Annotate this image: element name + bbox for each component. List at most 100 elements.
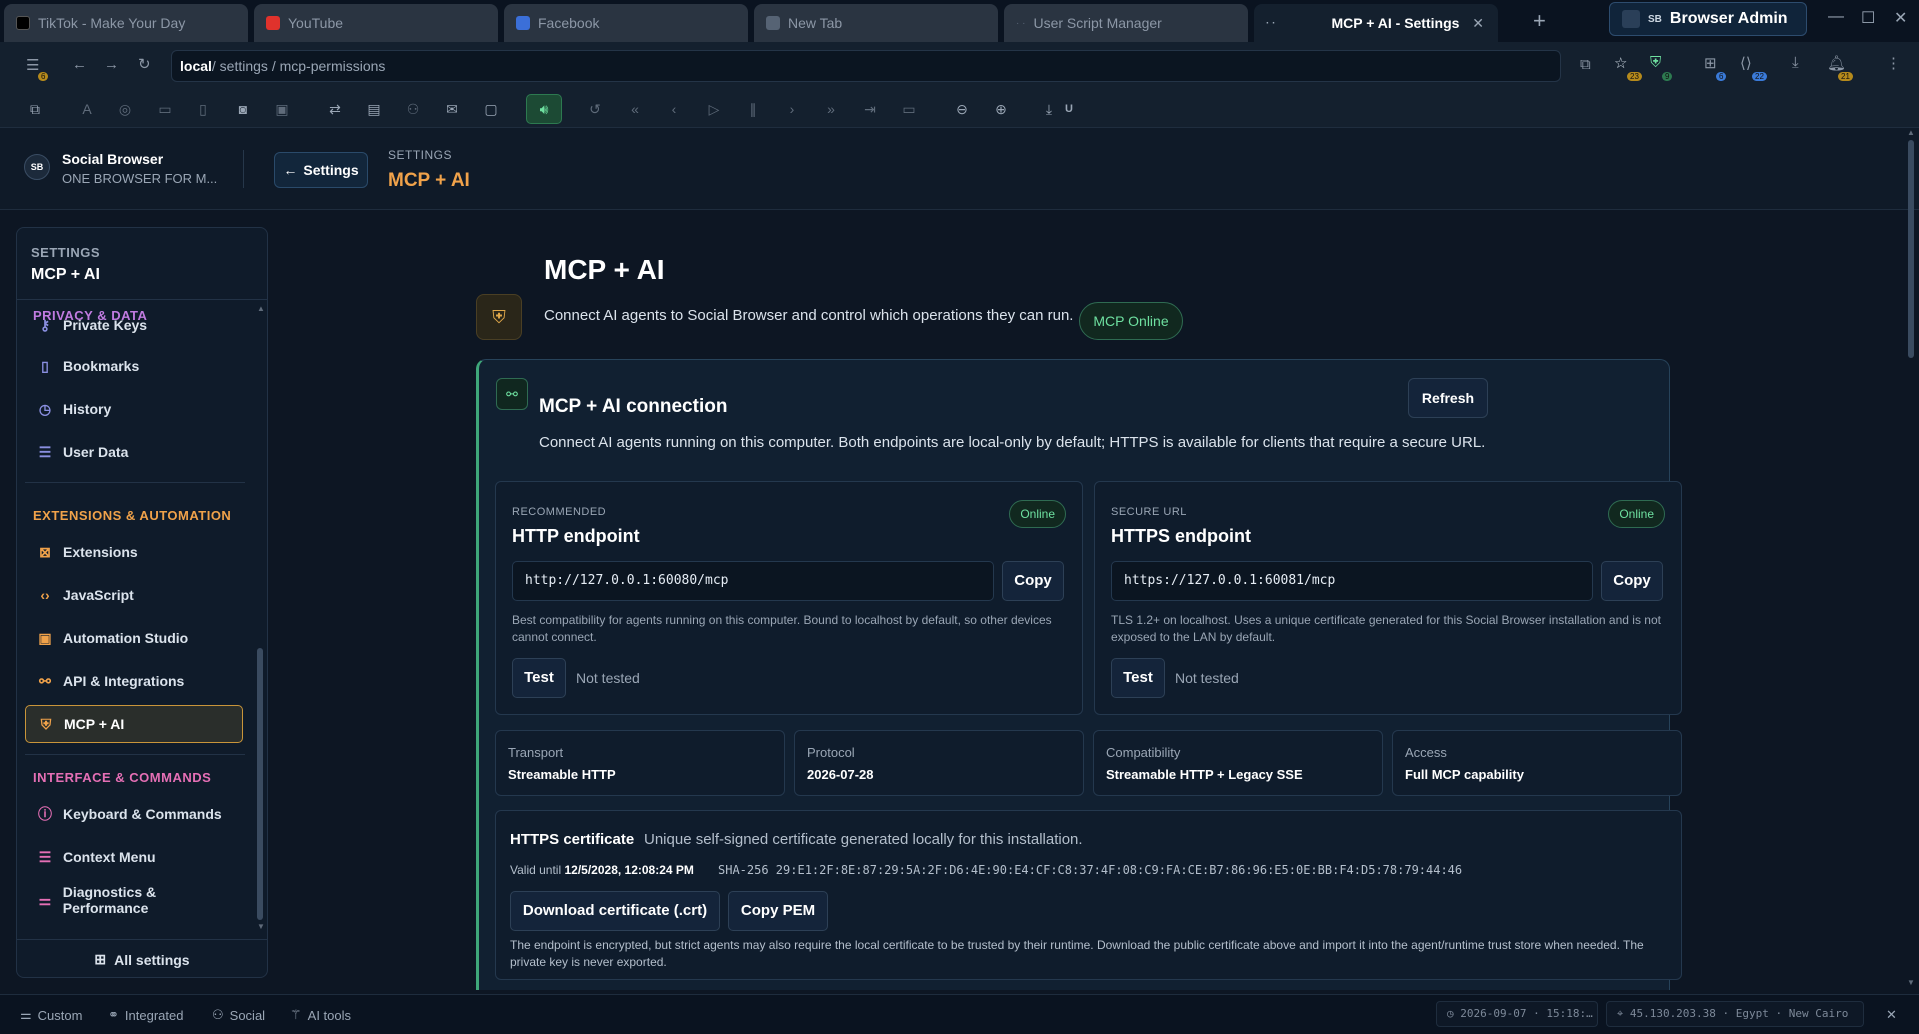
- zoom-out-icon[interactable]: ⊖: [951, 98, 973, 120]
- close-window-icon[interactable]: ✕: [1894, 8, 1907, 28]
- code-icon[interactable]: ⟨⟩: [1740, 54, 1752, 72]
- play-icon[interactable]: ▷: [703, 98, 725, 120]
- sidebar-item-user-data[interactable]: ☰ User Data: [25, 433, 243, 471]
- mcp-connection-card: ⚯ MCP + AI connection Connect AI agents …: [476, 359, 1682, 990]
- scroll-up-icon[interactable]: ▲: [1907, 128, 1915, 137]
- download-icon[interactable]: ⤓: [1792, 54, 1799, 71]
- id-card-icon[interactable]: ▤: [363, 98, 385, 120]
- sidebar-item-label: Bookmarks: [63, 358, 140, 374]
- next-icon[interactable]: ›: [781, 98, 803, 120]
- globe-icon[interactable]: ◎: [114, 98, 136, 120]
- endpoint-note: TLS 1.2+ on localhost. Uses a unique cer…: [1111, 613, 1661, 644]
- chat-icon[interactable]: ▢: [480, 98, 502, 120]
- tab-youtube[interactable]: YouTube: [254, 4, 498, 42]
- sidebar-item-history[interactable]: ◷ History: [25, 390, 243, 428]
- phone-icon[interactable]: ▯: [192, 98, 214, 120]
- reload-icon[interactable]: ↻: [138, 55, 151, 73]
- status-ai-tools[interactable]: ⚚ AI tools: [290, 1007, 351, 1023]
- rewind-icon[interactable]: «: [624, 98, 646, 120]
- refresh-button[interactable]: Refresh: [1408, 378, 1488, 418]
- sidebar-section-label: SETTINGS: [31, 245, 101, 260]
- close-tab-icon[interactable]: ✕: [1472, 15, 1484, 32]
- sidebar-item-private-keys[interactable]: ⚷ Private Keys: [25, 313, 243, 337]
- sidebar-item-bookmarks[interactable]: ▯ Bookmarks: [25, 347, 243, 385]
- forward-icon[interactable]: →: [104, 56, 119, 73]
- tab-strip: TikTok - Make Your Day YouTube Facebook …: [0, 0, 1919, 42]
- extensions-icon[interactable]: ⊞: [1704, 54, 1717, 72]
- back-icon[interactable]: ←: [72, 56, 87, 73]
- test-endpoint-button[interactable]: Test: [1111, 658, 1165, 698]
- shield-icon: ⛨: [476, 294, 522, 340]
- translate-icon[interactable]: A: [76, 98, 98, 120]
- shield-check-icon[interactable]: ⛨: [1650, 54, 1661, 71]
- star-icon[interactable]: ☆: [1614, 54, 1627, 72]
- skip-end-icon[interactable]: ⇥: [859, 98, 881, 120]
- tab-facebook[interactable]: Facebook: [504, 4, 748, 42]
- header-divider: [243, 150, 244, 188]
- monitor-icon[interactable]: ▭: [154, 98, 176, 120]
- sidebar-scroll-thumb[interactable]: [257, 648, 263, 920]
- scroll-up-icon[interactable]: ▲: [257, 304, 265, 313]
- copy-url-icon[interactable]: ⧉: [1580, 56, 1591, 73]
- copy-pem-button[interactable]: Copy PEM: [728, 891, 828, 931]
- sidebar-group-extensions: EXTENSIONS & AUTOMATION: [33, 508, 232, 523]
- sidebar-item-api-integrations[interactable]: ⚯ API & Integrations: [25, 662, 243, 700]
- all-settings-button[interactable]: ⊞ All settings: [17, 939, 267, 977]
- fast-forward-icon[interactable]: »: [820, 98, 842, 120]
- url-bar[interactable]: local / settings / mcp-permissions: [171, 50, 1561, 82]
- tab-mcp-settings[interactable]: · · MCP + AI - Settings ✕: [1254, 4, 1498, 42]
- download-certificate-button[interactable]: Download certificate (.crt): [510, 891, 720, 931]
- endpoint-url-field[interactable]: https://127.0.0.1:60081/mcp: [1111, 561, 1593, 601]
- save-page-icon[interactable]: ▣: [271, 98, 293, 120]
- proxy-icon[interactable]: ⇄: [324, 98, 346, 120]
- download-page-icon[interactable]: ⤓: [1038, 98, 1060, 120]
- scroll-down-icon[interactable]: ▼: [257, 922, 265, 931]
- sidebar-item-diagnostics[interactable]: ⚌ Diagnostics & Performance: [25, 881, 243, 919]
- undo-icon[interactable]: ↺: [584, 98, 606, 120]
- tab-user-script-manager[interactable]: · · User Script Manager: [1004, 4, 1248, 42]
- network-icon: ⚯: [496, 378, 528, 410]
- admin-label: Browser Admin: [1669, 10, 1788, 27]
- page-scroll-thumb[interactable]: [1908, 140, 1914, 358]
- copy-url-button[interactable]: Copy: [1601, 561, 1663, 601]
- mail-icon[interactable]: ✉: [441, 98, 463, 120]
- test-endpoint-button[interactable]: Test: [512, 658, 566, 698]
- new-tab-button[interactable]: +: [1533, 8, 1546, 34]
- bell-icon[interactable]: 🔔︎: [1827, 54, 1846, 72]
- pause-icon[interactable]: ∥: [742, 98, 764, 120]
- meta-value: 2026-07-28: [807, 767, 874, 782]
- status-custom[interactable]: ⚌ Custom: [20, 1007, 82, 1023]
- users-icon[interactable]: ⚇: [402, 98, 424, 120]
- pip-icon[interactable]: ▭: [898, 98, 920, 120]
- close-statusbar-icon[interactable]: ✕: [1886, 1007, 1897, 1023]
- previous-icon[interactable]: ‹: [663, 98, 685, 120]
- speaker-icon[interactable]: 🔊︎: [526, 94, 562, 124]
- sidebar-item-keyboard-commands[interactable]: ⓘ Keyboard & Commands: [25, 795, 243, 833]
- zoom-in-icon[interactable]: ⊕: [990, 98, 1012, 120]
- sidebar-item-context-menu[interactable]: ☰ Context Menu: [25, 838, 243, 876]
- browser-admin-button[interactable]: SB Browser Admin: [1609, 2, 1807, 36]
- minimize-icon[interactable]: —: [1828, 8, 1844, 26]
- tab-tiktok[interactable]: TikTok - Make Your Day: [4, 4, 248, 42]
- back-to-settings-button[interactable]: ← Settings: [274, 152, 368, 188]
- sidebar-item-automation-studio[interactable]: ▣ Automation Studio: [25, 619, 243, 657]
- app-header: SB Social Browser ONE BROWSER FOR M... ←…: [0, 128, 1919, 210]
- copy-url-button[interactable]: Copy: [1002, 561, 1064, 601]
- maximize-icon[interactable]: ☐: [1861, 8, 1875, 28]
- sidebar-item-javascript[interactable]: ‹› JavaScript: [25, 576, 243, 614]
- meta-protocol: Protocol 2026-07-28: [794, 730, 1084, 796]
- scroll-down-icon[interactable]: ▼: [1907, 978, 1915, 987]
- sidebar-group-interface: INTERFACE & COMMANDS: [33, 770, 212, 785]
- sidebar-toggle-icon[interactable]: ☰: [26, 56, 39, 74]
- shield-tab-icon: [766, 16, 780, 30]
- windows-icon[interactable]: ⧉: [24, 98, 46, 120]
- status-integrated[interactable]: ⚭ Integrated: [108, 1007, 183, 1023]
- more-menu-icon[interactable]: ⋮: [1886, 54, 1901, 72]
- valid-until: 12/5/2028, 12:08:24 PM: [564, 863, 694, 877]
- camera-icon[interactable]: ◙: [232, 98, 254, 120]
- sidebar-item-extensions[interactable]: ⊠ Extensions: [25, 533, 243, 571]
- sidebar-item-mcp-ai[interactable]: ⛨ MCP + AI: [25, 705, 243, 743]
- tab-new-tab[interactable]: New Tab: [754, 4, 998, 42]
- endpoint-url-field[interactable]: http://127.0.0.1:60080/mcp: [512, 561, 994, 601]
- status-social[interactable]: ⚇ Social: [212, 1007, 265, 1023]
